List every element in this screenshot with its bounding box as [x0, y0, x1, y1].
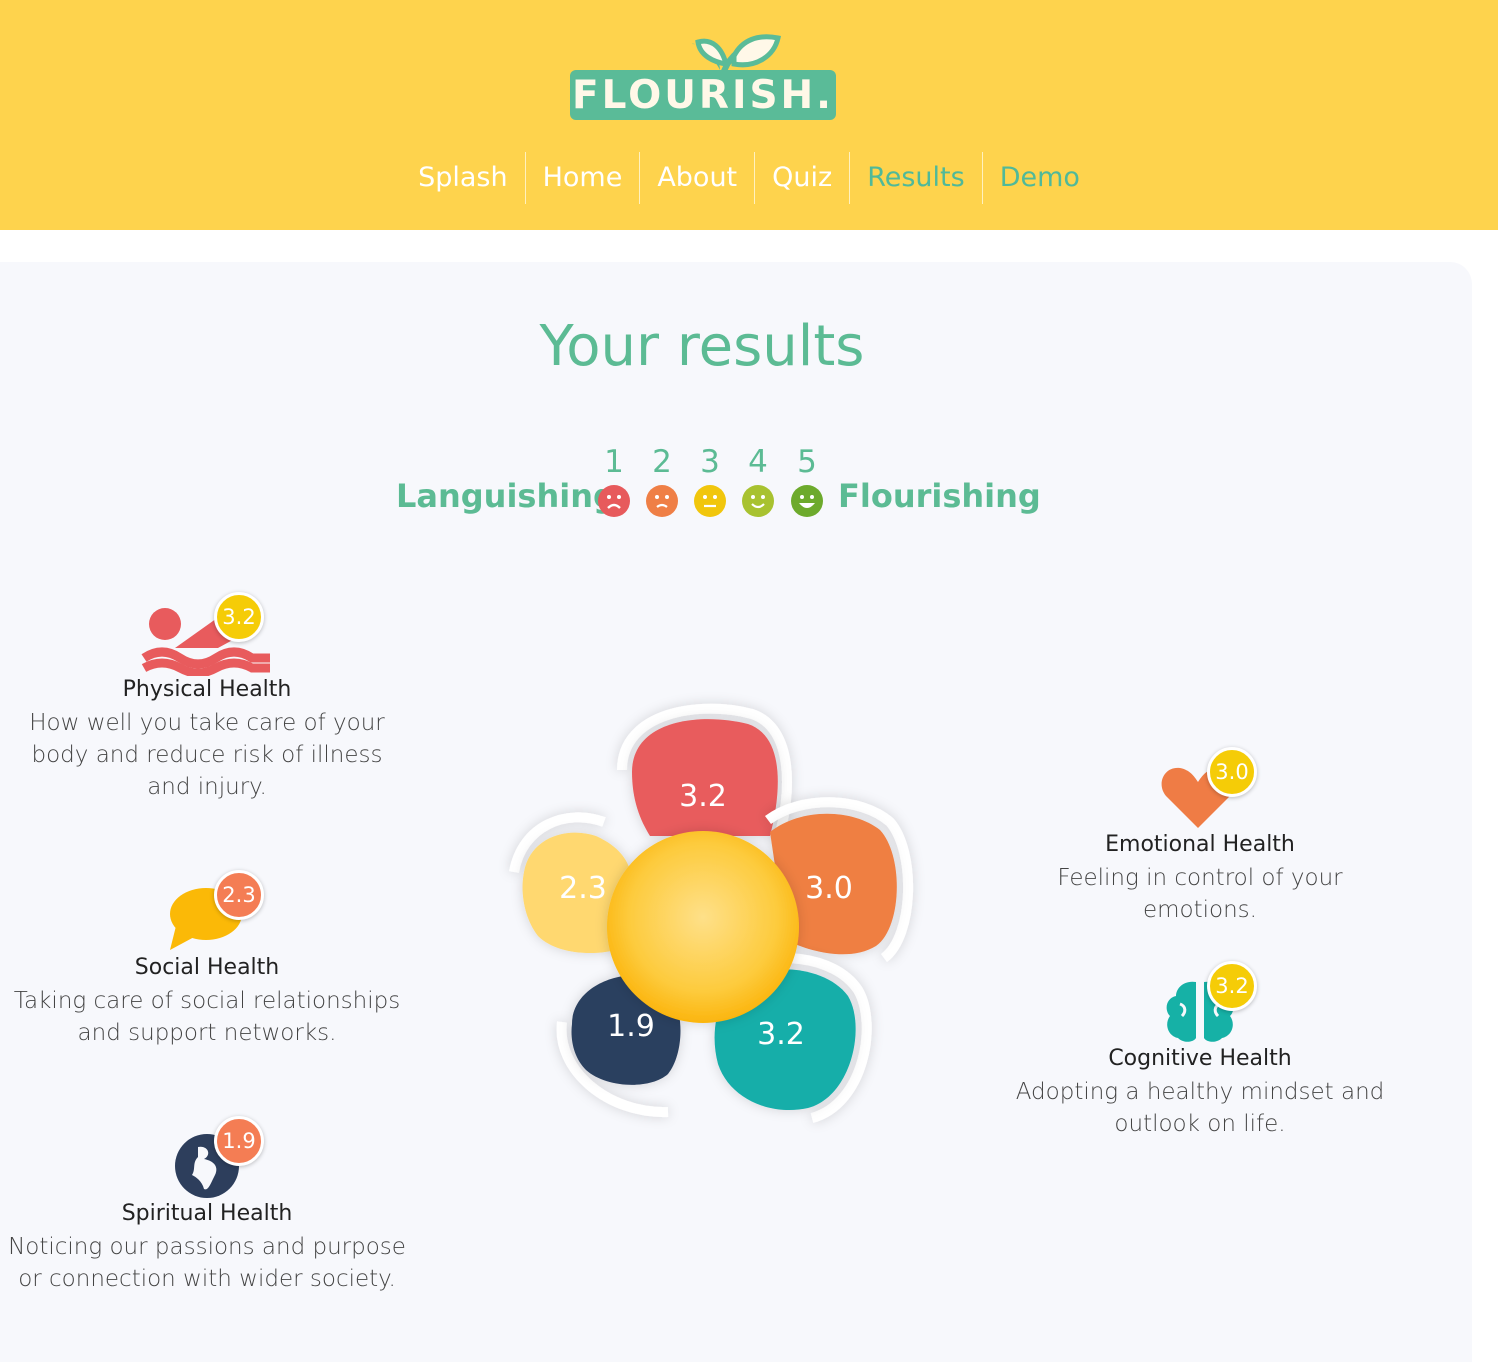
category-description: Feeling in control of your emotions.: [1057, 865, 1343, 923]
category-name: Social Health: [134, 955, 280, 980]
very-sad-face-icon: [598, 485, 630, 517]
sad-face-icon: [646, 485, 678, 517]
nav-quiz[interactable]: Quiz: [754, 152, 849, 204]
category-name: Physical Health: [122, 677, 292, 702]
main-nav: Splash Home About Quiz Results Demo: [0, 152, 1498, 204]
nav-home[interactable]: Home: [524, 152, 640, 204]
nav-splash[interactable]: Splash: [401, 152, 525, 204]
category-cognitive: Cognitive Health Adopting a healthy mind…: [1000, 1044, 1400, 1140]
nav-results[interactable]: Results: [849, 152, 982, 204]
site-header: FLOURISH. Splash Home About Quiz Results Demo: [0, 0, 1498, 230]
category-description: Noticing our passions and purpose or con…: [8, 1234, 406, 1292]
nav-about[interactable]: About: [639, 152, 754, 204]
scale-level-1: 1: [604, 444, 624, 480]
category-emotional: Emotional Health Feeling in control of y…: [1000, 830, 1400, 926]
page-title: Your results: [539, 314, 865, 379]
emotional-score-badge: 3.0: [1207, 747, 1257, 797]
category-name: Emotional Health: [1105, 832, 1295, 857]
physical-score-badge: 3.2: [214, 592, 264, 642]
flourish-logo[interactable]: FLOURISH.: [570, 34, 838, 124]
logo-wordmark: FLOURISH.: [571, 73, 834, 118]
nav-demo[interactable]: Demo: [981, 152, 1097, 204]
category-spiritual: Spiritual Health Noticing our passions a…: [7, 1199, 407, 1295]
scale-level-3: 3: [700, 444, 720, 480]
category-description: Adopting a healthy mindset and outlook o…: [1015, 1079, 1385, 1137]
scale-high-label: Flourishing: [838, 477, 1041, 515]
social-score-badge: 2.3: [214, 870, 264, 920]
grin-face-icon: [791, 485, 823, 517]
scale-level-4: 4: [748, 444, 768, 480]
scale-level-5: 5: [797, 444, 817, 480]
scale-level-2: 2: [652, 444, 672, 480]
category-social: Social Health Taking care of social rela…: [7, 953, 407, 1049]
category-name: Cognitive Health: [1108, 1046, 1292, 1071]
spiritual-score-badge: 1.9: [214, 1116, 264, 1166]
category-description: Taking care of social relationships and …: [13, 988, 401, 1046]
scale-low-label: Languishing: [396, 477, 616, 515]
category-name: Spiritual Health: [121, 1201, 293, 1226]
smile-face-icon: [742, 485, 774, 517]
cognitive-score-badge: 3.2: [1207, 961, 1257, 1011]
category-physical: Physical Health How well you take care o…: [7, 675, 407, 803]
category-description: How well you take care of your body and …: [29, 710, 385, 800]
neutral-face-icon: [694, 485, 726, 517]
